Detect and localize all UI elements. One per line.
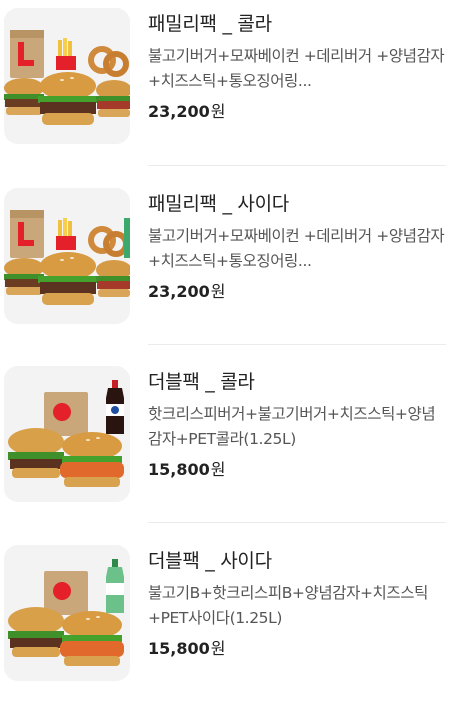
price-currency: 원 [210,639,226,658]
price-currency: 원 [210,460,226,479]
menu-item-name: 더블팩 _ 사이다 [148,550,272,572]
menu-item-double-pack-cider[interactable]: 더블팩 _ 사이다 불고기B+핫크리스피B+양념감자+치즈스틱+PET사이다(1… [0,537,462,715]
menu-item-price: 23,200원 [148,281,448,303]
menu-item-info: 패밀리팩 _ 사이다 불고기버거+모짜베이컨 +데리버거 +양념감자 +치즈스틱… [148,190,448,303]
menu-item-image[interactable] [4,366,130,502]
menu-item-family-pack-cola[interactable]: 패밀리팩 _ 콜라 불고기버거+모짜베이컨 +데리버거 +양념감자 +치즈스틱+… [0,0,462,178]
price-currency: 원 [210,282,226,301]
menu-item-price: 15,800원 [148,638,448,660]
menu-item-image[interactable] [4,188,130,324]
menu-item-description: 불고기버거+모짜베이컨 +데리버거 +양념감자 +치즈스틱+통오징어링... [148,227,445,270]
menu-item-name: 더블팩 _ 콜라 [148,371,255,393]
menu-item-price: 23,200원 [148,101,448,123]
menu-item-info: 패밀리팩 _ 콜라 불고기버거+모짜베이컨 +데리버거 +양념감자 +치즈스틱+… [148,10,448,123]
price-amount: 23,200 [148,102,210,121]
menu-item-description: 불고기B+핫크리스피B+양념감자+치즈스틱+PET사이다(1.25L) [148,584,428,627]
divider [148,165,446,166]
menu-item-family-pack-cider[interactable]: 패밀리팩 _ 사이다 불고기버거+모짜베이컨 +데리버거 +양념감자 +치즈스틱… [0,180,462,358]
menu-item-image[interactable] [4,8,130,144]
double-pack-food-icon [4,366,130,502]
price-amount: 15,800 [148,639,210,658]
price-amount: 23,200 [148,282,210,301]
double-pack-food-icon [4,545,130,681]
menu-item-name: 패밀리팩 _ 콜라 [148,13,272,35]
divider [148,344,446,345]
menu-item-image[interactable] [4,545,130,681]
menu-list: 패밀리팩 _ 콜라 불고기버거+모짜베이컨 +데리버거 +양념감자 +치즈스틱+… [0,0,462,681]
price-currency: 원 [210,102,226,121]
divider [148,522,446,523]
family-pack-food-icon [4,8,130,144]
menu-item-description: 핫크리스피버거+불고기버거+치즈스틱+양념감자+PET콜라(1.25L) [148,405,436,448]
menu-item-name: 패밀리팩 _ 사이다 [148,193,289,215]
menu-item-price: 15,800원 [148,459,448,481]
price-amount: 15,800 [148,460,210,479]
menu-item-info: 더블팩 _ 콜라 핫크리스피버거+불고기버거+치즈스틱+양념감자+PET콜라(1… [148,368,448,481]
menu-item-info: 더블팩 _ 사이다 불고기B+핫크리스피B+양념감자+치즈스틱+PET사이다(1… [148,547,448,660]
family-pack-food-icon [4,188,130,324]
menu-item-double-pack-cola[interactable]: 더블팩 _ 콜라 핫크리스피버거+불고기버거+치즈스틱+양념감자+PET콜라(1… [0,358,462,536]
menu-item-description: 불고기버거+모짜베이컨 +데리버거 +양념감자 +치즈스틱+통오징어링... [148,47,445,90]
